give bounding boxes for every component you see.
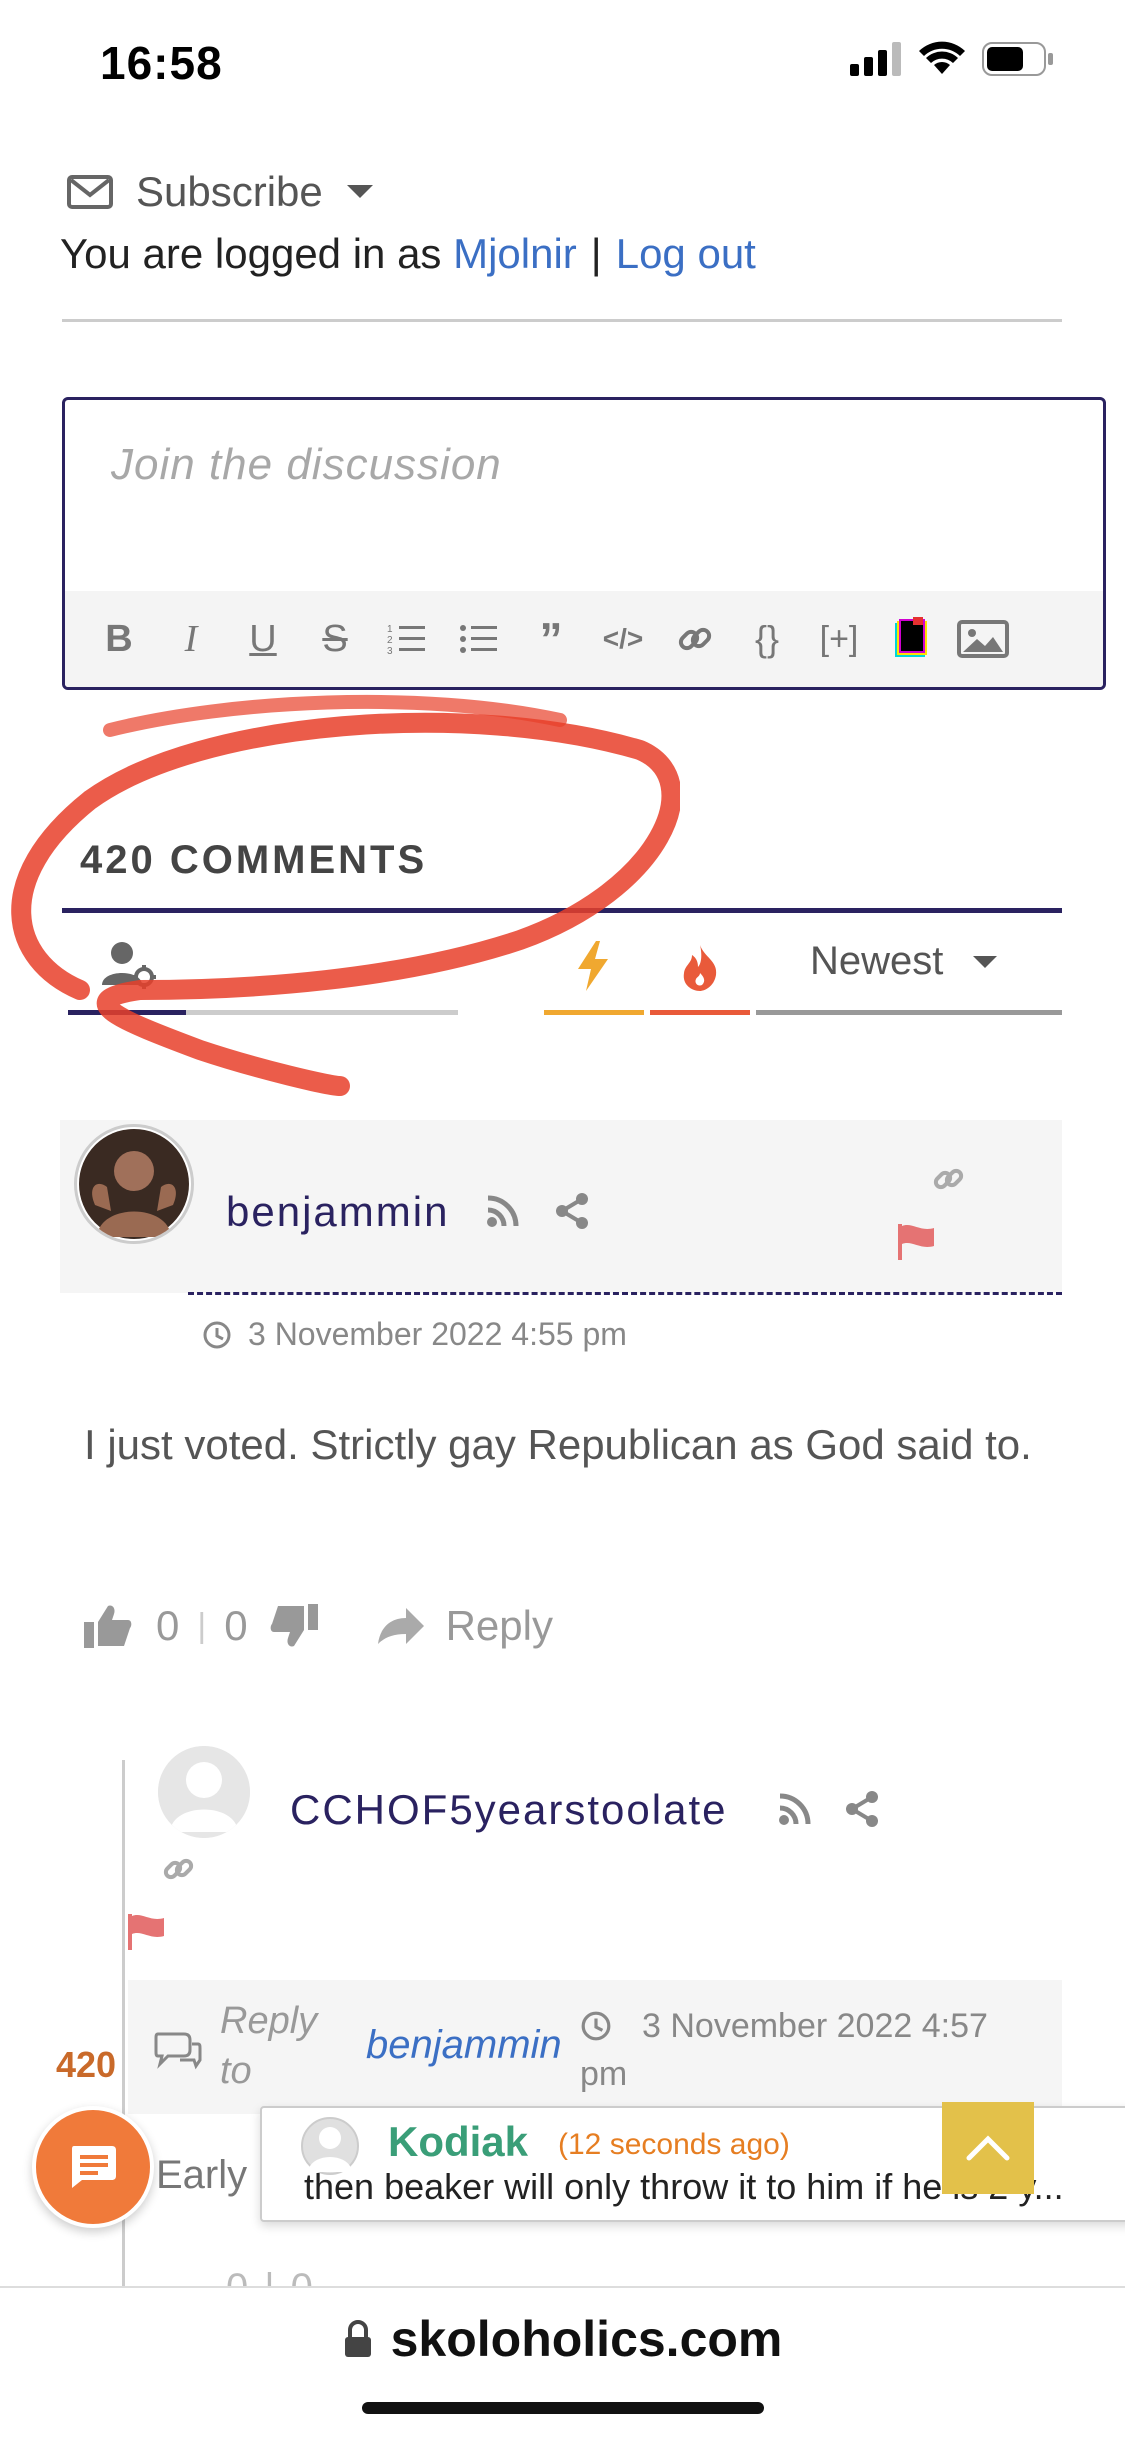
caret-down-icon (345, 183, 375, 201)
code-block-icon[interactable]: {} (731, 603, 803, 675)
username-link[interactable]: Mjolnir (453, 230, 577, 277)
italic-button[interactable]: I (155, 603, 227, 675)
thumbs-down-icon[interactable] (270, 1604, 318, 1648)
editor-toolbar: B I U S 123 ” </> {} [+] (65, 591, 1103, 687)
home-indicator[interactable] (362, 2402, 764, 2414)
comment-filter-tabs: Newest (68, 935, 1062, 1015)
domain-label: skoloholics.com (390, 2311, 783, 2367)
dislike-count: 0 (224, 1602, 248, 1649)
sort-dropdown[interactable]: Newest (810, 939, 999, 984)
flag-icon[interactable] (898, 1224, 936, 1260)
login-separator: | (590, 230, 602, 277)
comments-divider (62, 908, 1062, 913)
subscribe-label: Subscribe (136, 168, 323, 215)
strikethrough-button[interactable]: S (299, 603, 371, 675)
chat-icon (72, 2146, 116, 2188)
comment-text-preview: Early (156, 2153, 248, 2197)
comments-bubble-icon (154, 2030, 202, 2070)
quote-icon[interactable]: ” (515, 603, 587, 675)
ordered-list-icon[interactable]: 123 (371, 603, 443, 675)
color-picker-icon[interactable] (875, 603, 947, 675)
reply-to-author-link[interactable]: benjammin (366, 2023, 562, 2068)
rss-icon[interactable] (778, 1792, 812, 1826)
notification-author: Kodiak (388, 2118, 529, 2165)
tab-underline-trending (544, 1010, 644, 1015)
comment-author[interactable]: benjammin (226, 1188, 449, 1236)
avatar[interactable] (74, 1124, 194, 1244)
wifi-icon (918, 40, 966, 76)
flag-icon[interactable] (128, 1914, 166, 1950)
comment-date: 3 November 2022 4:57 pm (580, 2007, 988, 2093)
comment-text: I just voted. Strictly gay Republican as… (84, 1421, 1032, 1468)
caret-down-icon (973, 955, 998, 968)
spoiler-icon[interactable]: [+] (803, 603, 875, 675)
battery-icon (982, 42, 1054, 76)
subscribe-dropdown[interactable]: Subscribe (66, 168, 375, 216)
tab-underline-sort (756, 1010, 1062, 1015)
tab-underline-active (68, 1010, 186, 1015)
lightning-icon[interactable] (576, 941, 610, 991)
bold-button[interactable]: B (83, 603, 155, 675)
cellular-signal-icon (850, 42, 906, 76)
scroll-to-top-button[interactable] (942, 2102, 1034, 2194)
image-upload-icon[interactable] (947, 603, 1019, 675)
svg-text:3: 3 (387, 646, 393, 656)
envelope-icon (66, 174, 114, 210)
underline-button[interactable]: U (227, 603, 299, 675)
red-annotation-circle (0, 690, 680, 1110)
comments-count: 420 COMMENTS (80, 838, 428, 882)
comment-editor[interactable]: Join the discussion B I U S 123 ” </> {}… (62, 397, 1106, 690)
comment-author[interactable]: CCHOF5yearstoolate (290, 1786, 727, 1834)
comment-header-dashline (188, 1292, 1062, 1295)
clock-icon (203, 1321, 231, 1348)
chevron-up-icon (966, 2135, 1010, 2161)
svg-text:1: 1 (387, 624, 393, 635)
browser-address[interactable]: skoloholics.com (0, 2310, 1125, 2368)
code-icon[interactable]: </> (587, 603, 659, 675)
status-time: 16:58 (100, 37, 223, 89)
rss-icon[interactable] (486, 1194, 520, 1228)
lock-icon (344, 2320, 371, 2357)
fire-icon[interactable] (680, 943, 720, 991)
permalink-icon[interactable] (162, 1852, 196, 1886)
like-count: 0 (156, 1602, 180, 1649)
notification-time: (12 seconds ago) (558, 2128, 790, 2161)
link-icon[interactable] (659, 603, 731, 675)
thumbs-up-icon[interactable] (84, 1604, 132, 1648)
login-prefix: You are logged in as (60, 230, 442, 277)
comment-actions: 0 | 0 Reply (84, 1602, 553, 1650)
avatar[interactable] (158, 1746, 250, 1838)
sort-label: Newest (810, 939, 944, 983)
tab-underline-hot (650, 1010, 750, 1015)
svg-text:2: 2 (387, 635, 393, 646)
floating-comment-count: 420 (56, 2044, 117, 2085)
my-comments-filter-icon[interactable] (102, 941, 162, 991)
comment-date: 3 November 2022 4:55 pm (202, 1316, 627, 1353)
share-icon[interactable] (844, 1790, 880, 1828)
editor-placeholder: Join the discussion (111, 440, 502, 489)
reply-button[interactable]: Reply (446, 1602, 553, 1650)
bullet-list-icon[interactable] (443, 603, 515, 675)
reply-to-label: Reply to (220, 2000, 318, 2092)
permalink-icon[interactable] (932, 1162, 966, 1196)
divider (62, 319, 1062, 322)
comments-fab-button[interactable] (32, 2106, 154, 2228)
share-icon[interactable] (554, 1192, 590, 1230)
logout-link[interactable]: Log out (616, 230, 756, 277)
reply-arrow-icon[interactable] (376, 1606, 426, 1646)
login-status: You are logged in as Mjolnir | Log out (60, 230, 756, 278)
